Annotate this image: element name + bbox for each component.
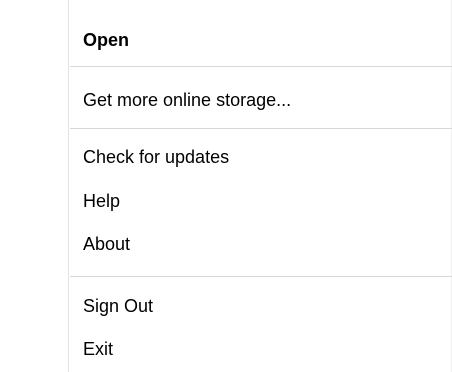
menu-item-exit[interactable]: Exit [70,330,450,368]
menu-item-open[interactable]: Open [70,21,450,59]
menu-separator [70,276,452,277]
menu-item-about[interactable]: About [70,225,450,263]
context-menu: Open Get more online storage... Check fo… [0,0,452,372]
menu-gutter-divider [68,0,69,372]
menu-item-sign-out[interactable]: Sign Out [70,287,450,325]
menu-item-help[interactable]: Help [70,182,450,220]
menu-item-check-for-updates[interactable]: Check for updates [70,138,450,176]
menu-separator [70,66,452,67]
menu-separator [70,128,452,129]
menu-item-get-more-storage[interactable]: Get more online storage... [70,81,450,119]
